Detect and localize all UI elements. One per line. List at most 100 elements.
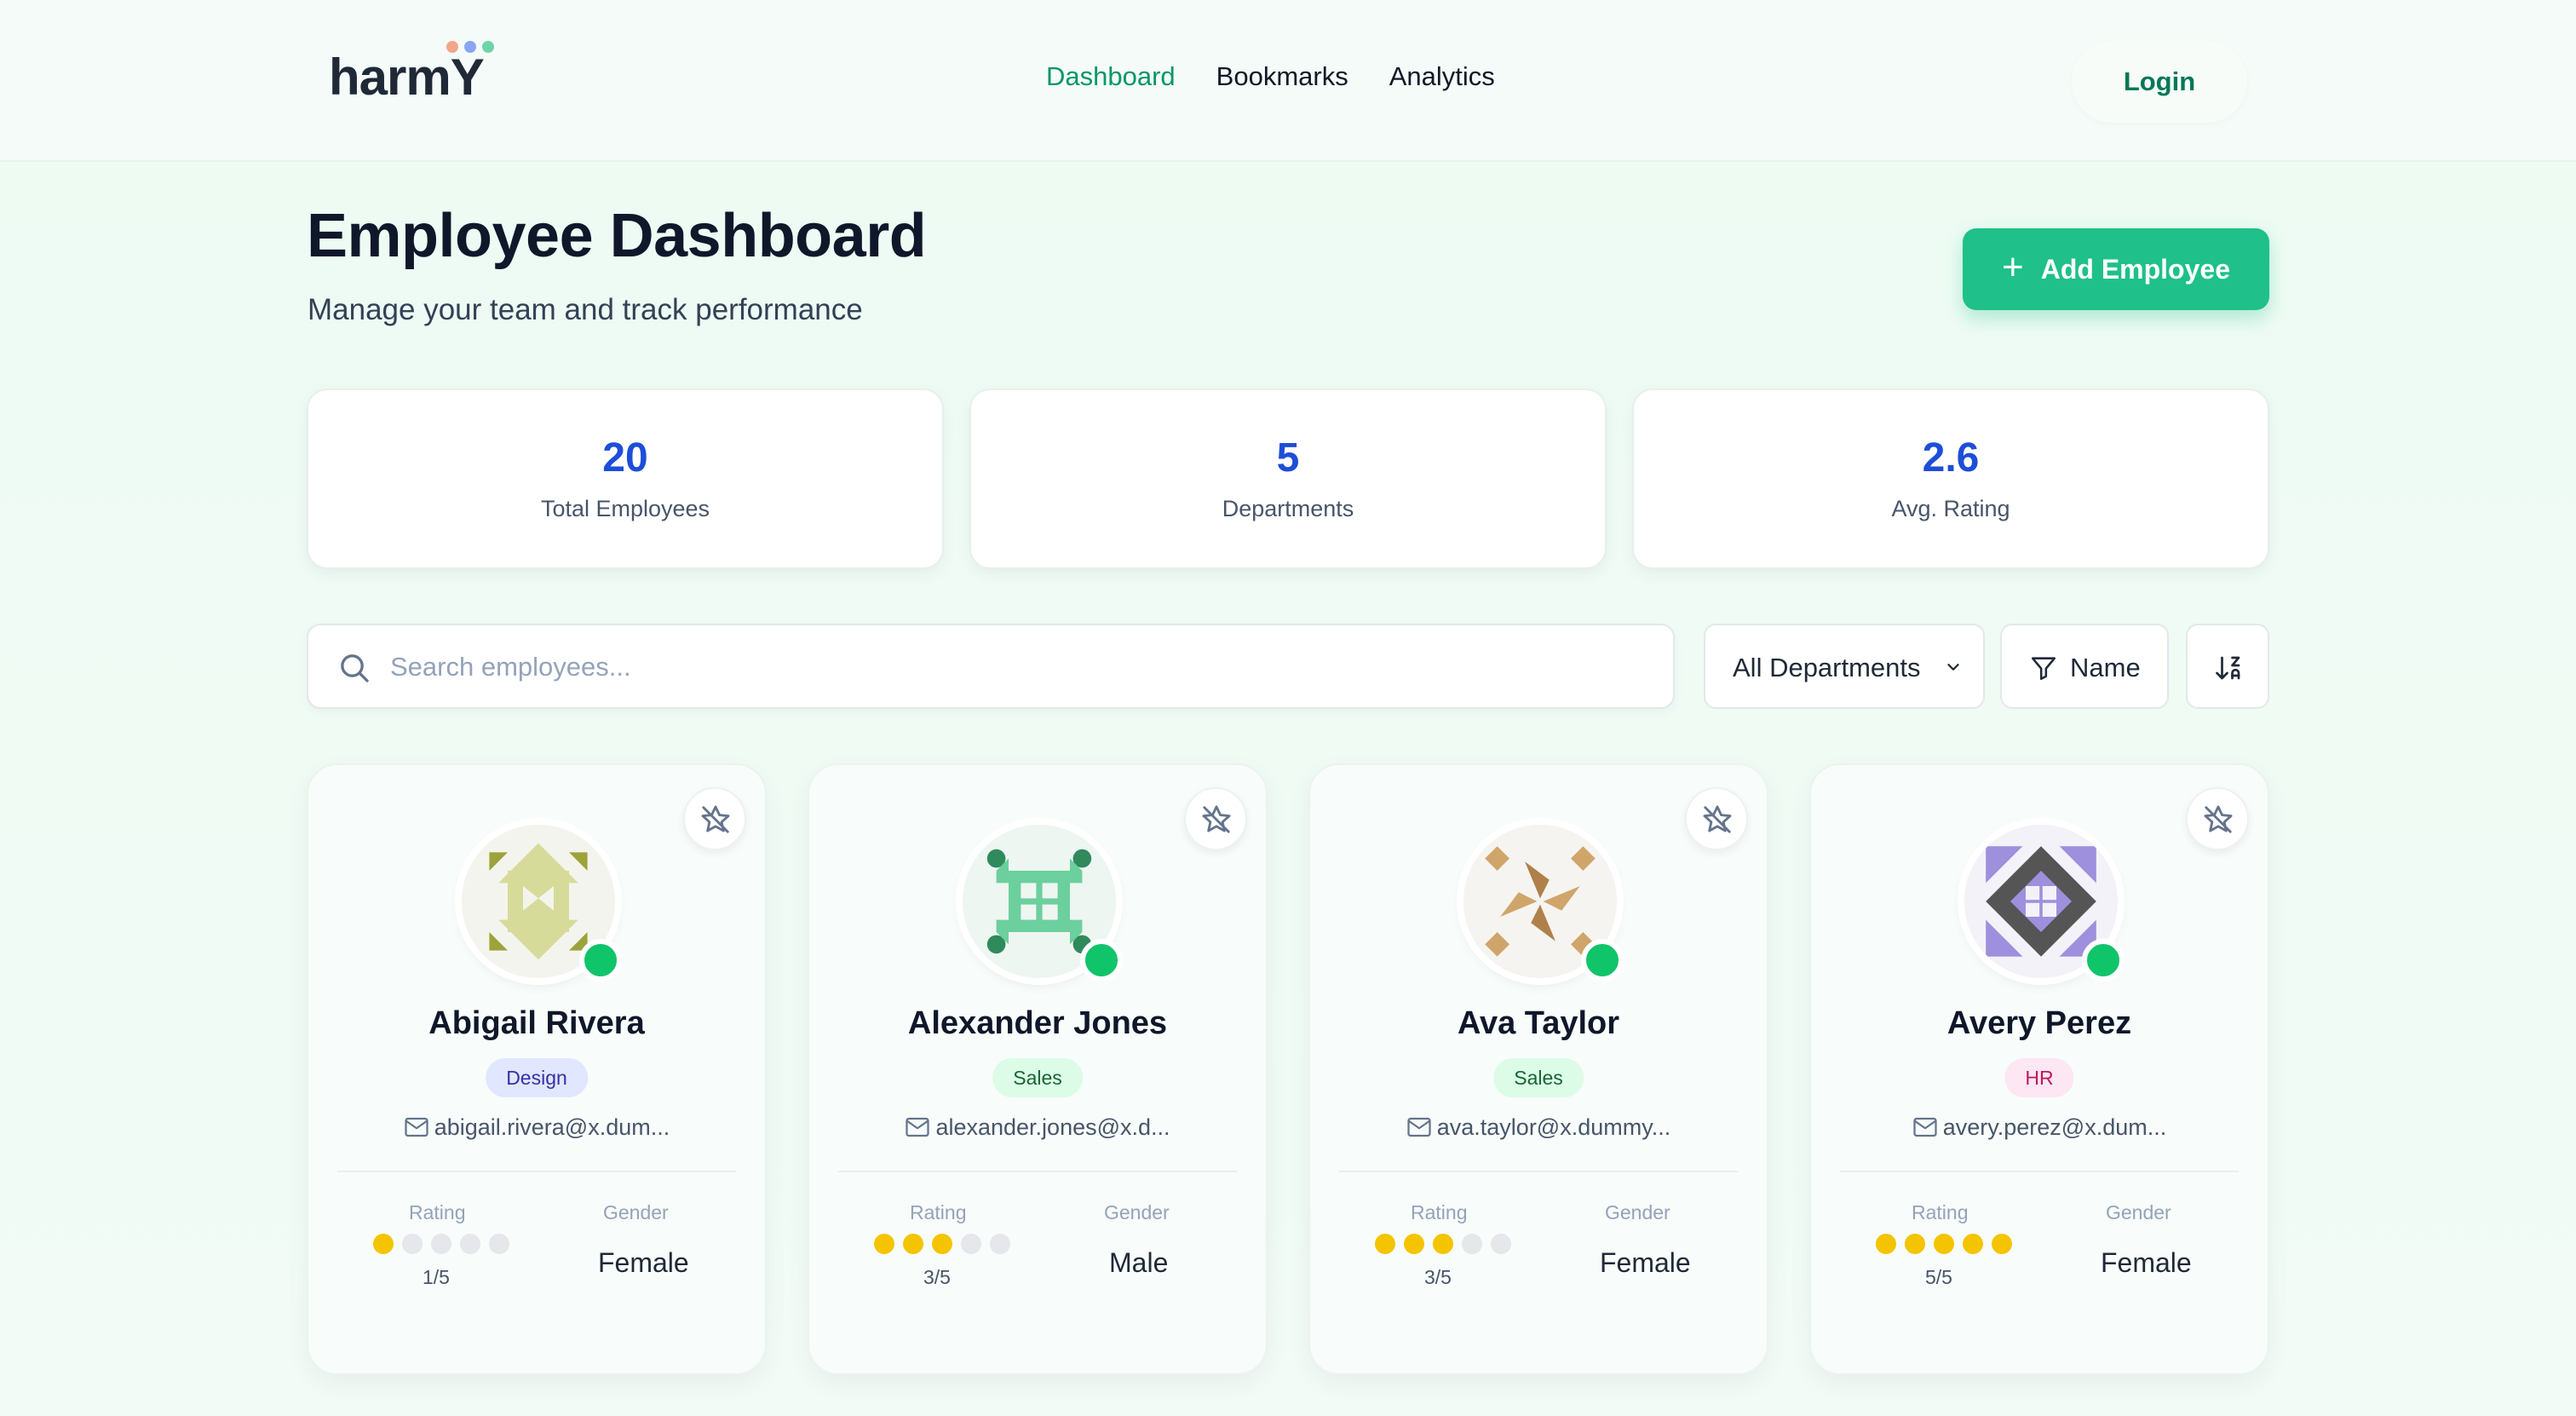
rating-label: Rating	[1411, 1201, 1468, 1223]
search-icon	[341, 654, 369, 682]
employee-name: Alexander Jones	[907, 1005, 1168, 1041]
online-status-indicator	[2082, 939, 2125, 981]
gender-label: Gender	[1104, 1201, 1170, 1223]
rating-dot	[990, 1234, 1010, 1254]
stat-card-total-employees: 20 Total Employees	[307, 389, 944, 569]
sort-direction-button[interactable]	[2186, 624, 2269, 709]
bookmark-button[interactable]	[2186, 787, 2249, 850]
chevron-down-icon	[1947, 664, 1959, 671]
department-badge: Design	[486, 1058, 588, 1097]
rating-value: 3/5	[923, 1266, 951, 1288]
employee-card[interactable]: Avery Perez HR avery.perez@x.dum... Rati…	[1809, 763, 2269, 1375]
stat-label: Avg. Rating	[1891, 496, 2010, 521]
rating-dot	[1992, 1234, 2012, 1254]
stat-value: 5	[1276, 435, 1300, 481]
rating-stars	[874, 1234, 1010, 1254]
employee-card[interactable]: Abigail Rivera Design abigail.rivera@x.d…	[307, 763, 767, 1375]
page-subtitle: Manage your team and track performance	[308, 293, 863, 326]
bookmark-off-icon	[2204, 805, 2233, 833]
add-employee-label: Add Employee	[2040, 253, 2230, 285]
sort-field-button[interactable]: Name	[2000, 624, 2169, 709]
employee-name: Abigail Rivera	[428, 1005, 645, 1041]
employee-email-text: abigail.rivera@x.dum...	[434, 1114, 670, 1140]
gender-label: Gender	[2106, 1201, 2171, 1223]
logo-dot	[464, 41, 476, 53]
gender-value: Female	[598, 1247, 689, 1278]
search-bar	[307, 624, 1675, 709]
rating-dot	[460, 1234, 480, 1254]
rating-dot	[1404, 1234, 1424, 1254]
rating-label: Rating	[1912, 1201, 1969, 1223]
department-filter-select[interactable]: All Departments	[1704, 624, 1985, 709]
nav-item-analytics[interactable]: Analytics	[1389, 61, 1495, 92]
department-filter-value: All Departments	[1733, 653, 1921, 682]
gender-label: Gender	[1605, 1201, 1670, 1223]
mail-icon	[405, 1117, 428, 1137]
employee-card[interactable]: Ava Taylor Sales ava.taylor@x.dummy... R…	[1308, 763, 1768, 1375]
rating-dot	[903, 1234, 923, 1254]
mail-icon	[1913, 1117, 1937, 1137]
online-status-indicator	[1080, 939, 1123, 981]
bookmark-off-icon	[701, 805, 730, 833]
stat-card-departments: 5 Departments	[969, 389, 1607, 569]
rating-dot	[1934, 1234, 1954, 1254]
employee-email: alexander.jones@x.d...	[809, 1114, 1266, 1141]
rating-stars	[1876, 1234, 2012, 1254]
rating-dot	[1462, 1234, 1482, 1254]
logo-dot	[482, 41, 494, 53]
filter-icon	[2031, 657, 2056, 681]
rating-label: Rating	[409, 1201, 466, 1223]
department-badge: Sales	[992, 1058, 1083, 1097]
login-button[interactable]: Login	[2072, 41, 2247, 123]
card-divider	[838, 1171, 1237, 1172]
bookmark-button[interactable]	[1685, 787, 1748, 850]
department-badge: Sales	[1493, 1058, 1584, 1097]
rating-dot	[489, 1234, 509, 1254]
department-badge: HR	[2004, 1058, 2074, 1097]
bookmark-off-icon	[1703, 805, 1732, 833]
rating-dot	[1876, 1234, 1896, 1254]
employee-email: avery.perez@x.dum...	[1811, 1114, 2268, 1141]
rating-label: Rating	[910, 1201, 967, 1223]
top-navbar: harmY Dashboard Bookmarks Analytics Logi…	[0, 0, 2576, 162]
stat-card-avg-rating: 2.6 Avg. Rating	[1632, 389, 2269, 569]
employee-email-text: ava.taylor@x.dummy...	[1436, 1114, 1671, 1140]
rating-value: 1/5	[423, 1266, 450, 1288]
employee-email: abigail.rivera@x.dum...	[308, 1114, 765, 1141]
stat-label: Departments	[1222, 496, 1354, 521]
employee-card[interactable]: Alexander Jones Sales alexander.jones@x.…	[808, 763, 1268, 1375]
card-divider	[337, 1171, 736, 1172]
sort-field-label: Name	[2070, 653, 2141, 682]
nav-item-bookmarks[interactable]: Bookmarks	[1216, 61, 1348, 92]
rating-dot	[373, 1234, 394, 1254]
online-status-indicator	[579, 939, 622, 981]
rating-dot	[874, 1234, 894, 1254]
rating-dot	[1963, 1234, 1983, 1254]
rating-dot	[932, 1234, 952, 1254]
rating-dot	[1433, 1234, 1453, 1254]
rating-stars	[1375, 1234, 1511, 1254]
gender-value: Male	[1109, 1247, 1169, 1278]
rating-dot	[1905, 1234, 1925, 1254]
rating-dot	[961, 1234, 981, 1254]
employee-email-text: alexander.jones@x.d...	[935, 1114, 1170, 1140]
bookmark-button[interactable]	[683, 787, 746, 850]
rating-dot	[431, 1234, 451, 1254]
search-input[interactable]	[390, 641, 1651, 694]
card-divider	[1840, 1171, 2239, 1172]
stat-value: 2.6	[1922, 435, 1980, 481]
bookmark-button[interactable]	[1184, 787, 1247, 850]
logo-text: harmY	[329, 49, 485, 106]
nav-item-dashboard[interactable]: Dashboard	[1046, 61, 1176, 92]
sort-direction-icon	[2216, 656, 2240, 680]
gender-label: Gender	[603, 1201, 669, 1223]
mail-icon	[906, 1117, 930, 1137]
page-title: Employee Dashboard	[307, 202, 927, 270]
employee-name: Ava Taylor	[1457, 1005, 1620, 1041]
plus-icon: +	[2002, 246, 2024, 288]
add-employee-button[interactable]: + Add Employee	[1963, 228, 2269, 310]
online-status-indicator	[1581, 939, 1624, 981]
bookmark-off-icon	[1202, 805, 1231, 833]
logo-dot	[446, 41, 458, 53]
gender-value: Female	[2101, 1247, 2192, 1278]
